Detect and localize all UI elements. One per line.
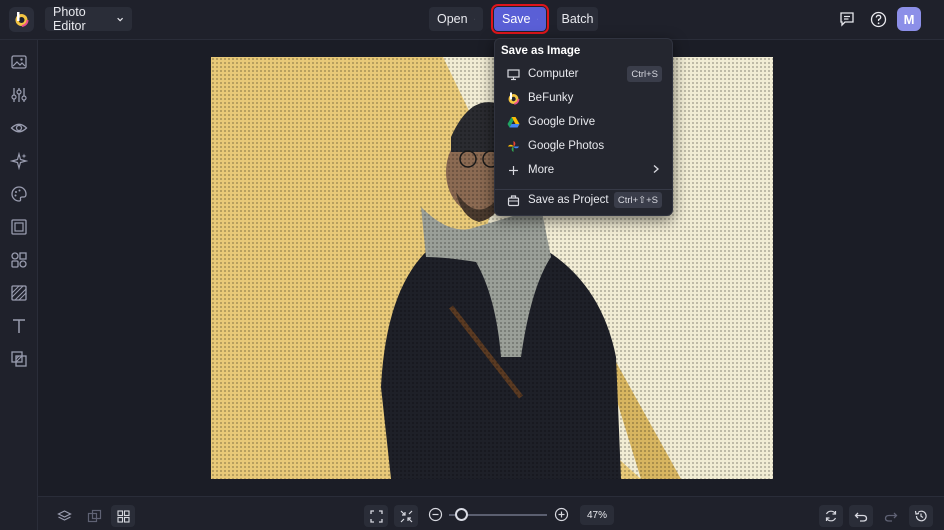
expand-icon	[369, 509, 383, 523]
menu-item-label: Google Photos	[528, 140, 605, 152]
grid-view-button[interactable]	[111, 505, 135, 527]
menu-heading: Save as Image	[501, 45, 581, 57]
eye-icon[interactable]	[10, 119, 28, 137]
save-to-computer-item[interactable]: Computer Ctrl+S	[497, 63, 672, 85]
comments-button[interactable]	[835, 7, 859, 31]
zoom-out-icon[interactable]	[428, 507, 443, 522]
save-to-google-photos-item[interactable]: Google Photos	[497, 135, 672, 157]
app-menu-button[interactable]: Photo Editor	[45, 5, 132, 33]
google-drive-icon	[507, 116, 520, 129]
grid-icon	[116, 509, 130, 523]
user-avatar[interactable]: M	[897, 7, 921, 31]
overlay-icon[interactable]	[10, 350, 28, 368]
menu-item-label: More	[528, 164, 555, 176]
graphics-icon[interactable]	[10, 251, 28, 269]
undo-icon	[854, 512, 868, 522]
actual-size-button[interactable]	[394, 505, 418, 527]
save-dropdown-menu: Save as Image Computer Ctrl+S BeFunky Go…	[494, 38, 673, 216]
save-to-google-drive-item[interactable]: Google Drive	[497, 111, 672, 133]
refresh-icon	[825, 510, 837, 522]
texture-icon[interactable]	[10, 284, 28, 302]
menu-item-label: Computer	[528, 68, 579, 80]
help-button[interactable]	[866, 7, 890, 31]
logo-icon	[14, 12, 29, 27]
layers-button[interactable]	[52, 505, 76, 527]
redo-icon	[884, 512, 898, 522]
save-button[interactable]: Save	[491, 4, 549, 34]
chevron-down-icon	[536, 18, 538, 20]
shortcut-badge: Ctrl+S	[627, 66, 662, 82]
zoom-in-icon[interactable]	[554, 507, 569, 522]
menu-item-label: Google Drive	[528, 116, 596, 128]
comment-icon	[840, 12, 854, 27]
history-button[interactable]	[909, 505, 933, 527]
more-options-item[interactable]: More	[497, 159, 672, 181]
menu-item-label: Save as Project	[528, 194, 609, 206]
plus-icon	[507, 164, 520, 177]
chevron-down-icon	[473, 18, 475, 20]
open-label: Open	[437, 12, 468, 26]
save-as-project-item[interactable]: Save as Project Ctrl+⇧+S	[497, 189, 672, 211]
sparkles-icon[interactable]	[10, 152, 28, 170]
layers-icon	[56, 509, 72, 521]
batch-button[interactable]: Batch	[557, 7, 598, 31]
compare-icon	[87, 509, 101, 522]
fit-to-screen-button[interactable]	[364, 505, 388, 527]
zoom-level[interactable]: 47%	[580, 505, 614, 525]
batch-label: Batch	[561, 12, 594, 26]
frame-icon[interactable]	[10, 218, 28, 236]
history-icon	[914, 510, 927, 522]
compare-button[interactable]	[82, 505, 106, 527]
open-button[interactable]: Open	[429, 7, 483, 31]
befunky-icon	[507, 92, 520, 105]
zoom-slider-thumb[interactable]	[455, 508, 468, 521]
shrink-icon	[400, 510, 412, 522]
sliders-icon[interactable]	[10, 86, 28, 104]
palette-icon[interactable]	[10, 185, 28, 203]
redo-button[interactable]	[879, 505, 903, 527]
app-menu-label: Photo Editor	[53, 5, 86, 33]
shortcut-badge: Ctrl+⇧+S	[613, 192, 662, 208]
image-icon[interactable]	[10, 53, 28, 71]
bottom-bar	[38, 496, 944, 530]
undo-button[interactable]	[849, 505, 873, 527]
briefcase-icon	[507, 194, 520, 207]
menu-item-label: BeFunky	[528, 92, 574, 104]
refresh-button[interactable]	[819, 505, 843, 527]
save-to-befunky-item[interactable]: BeFunky	[497, 87, 672, 109]
chevron-right-icon	[653, 165, 659, 173]
text-icon[interactable]	[10, 317, 28, 335]
photo-canvas[interactable]	[211, 57, 773, 479]
help-icon	[870, 11, 886, 27]
save-label: Save	[502, 12, 531, 26]
google-photos-icon	[507, 140, 520, 153]
monitor-icon	[507, 68, 520, 81]
chevron-down-icon	[116, 17, 123, 22]
befunky-logo[interactable]	[9, 7, 34, 32]
